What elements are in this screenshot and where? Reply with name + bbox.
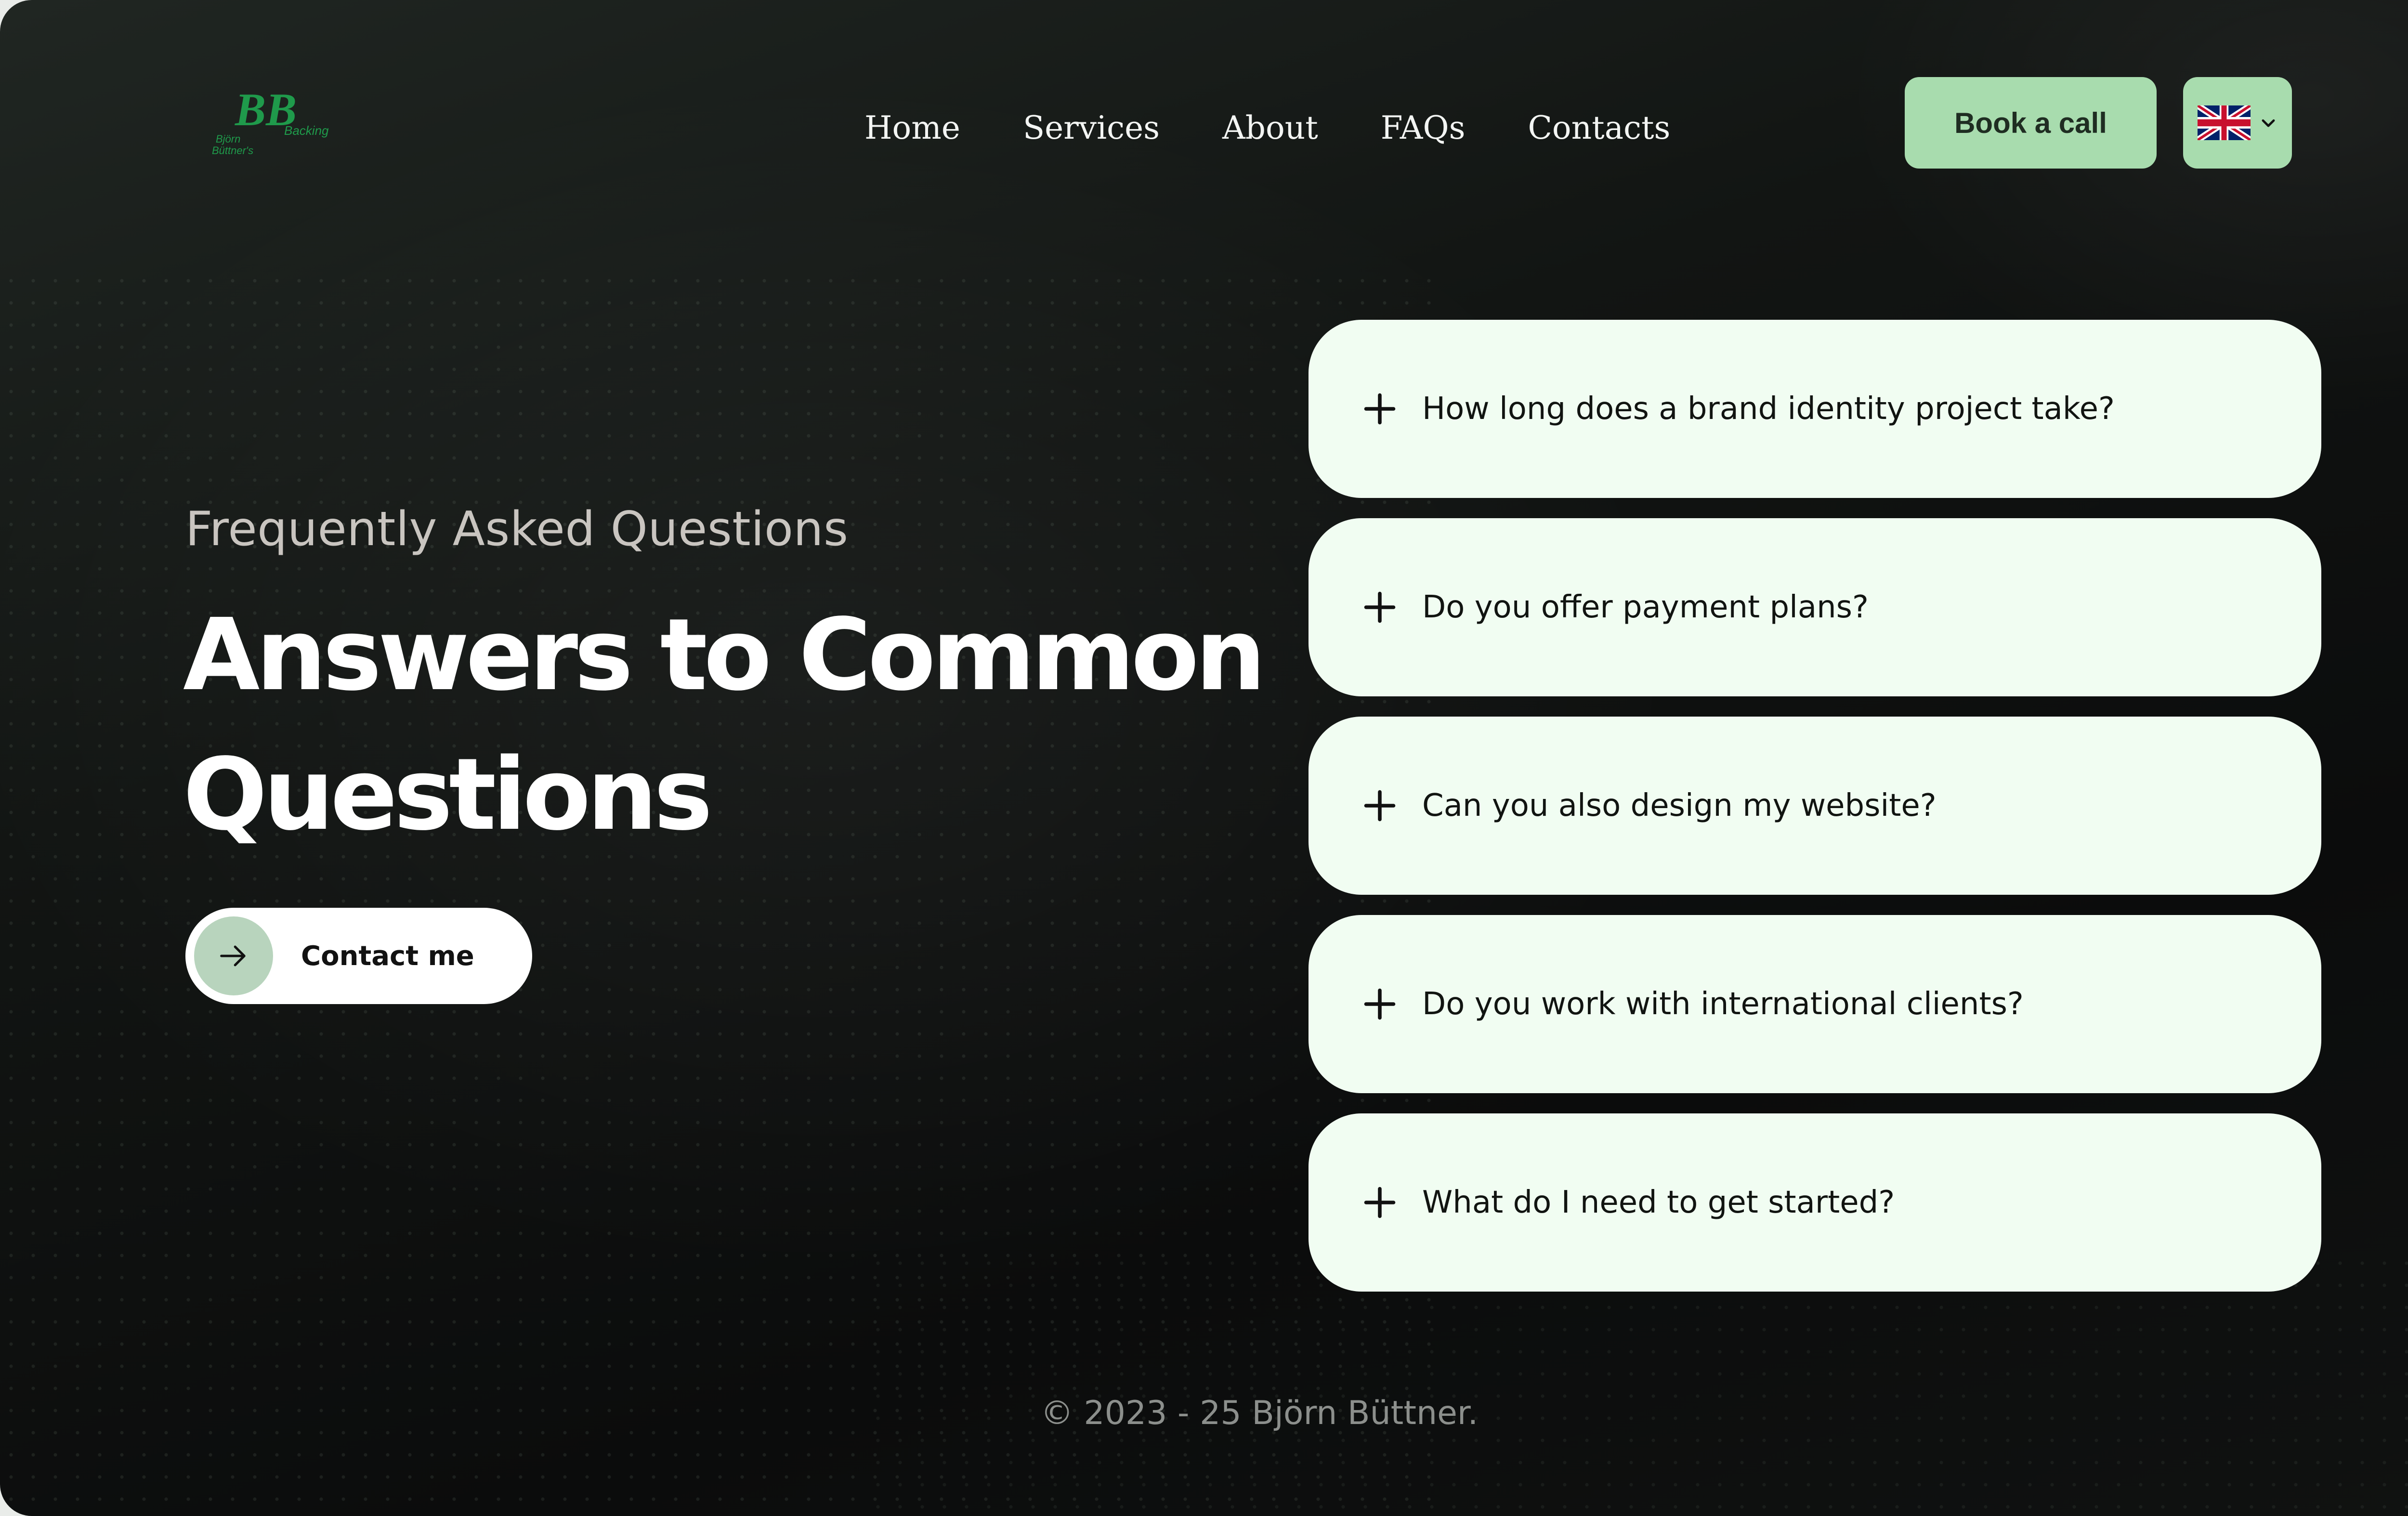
faq-question: How long does a brand identity project t… xyxy=(1422,391,2115,427)
svg-text:Björn: Björn xyxy=(216,133,240,145)
faq-question: Can you also design my website? xyxy=(1422,788,1937,823)
logo-mark-icon: BB Björn Büttner's Backing xyxy=(212,84,329,157)
footer-copyright: © 2023 - 25 Björn Büttner. xyxy=(1040,1394,1479,1432)
contact-icon-circle xyxy=(194,916,273,995)
brand-logo[interactable]: BB Björn Büttner's Backing xyxy=(207,81,332,172)
nav-faqs[interactable]: FAQs xyxy=(1381,109,1466,146)
arrow-right-icon xyxy=(220,945,246,967)
plus-icon xyxy=(1364,790,1396,822)
faq-question: Do you work with international clients? xyxy=(1422,986,2024,1022)
dot-pattern xyxy=(0,270,1445,1516)
faq-item[interactable]: Do you work with international clients? xyxy=(1309,915,2321,1093)
plus-icon xyxy=(1364,393,1396,425)
uk-flag-icon xyxy=(2198,105,2251,140)
contact-me-button[interactable]: Contact me xyxy=(185,908,532,1004)
plus-icon xyxy=(1364,1187,1396,1218)
faq-item[interactable]: Can you also design my website? xyxy=(1309,717,2321,895)
section-eyebrow: Frequently Asked Questions xyxy=(185,502,849,557)
nav-home[interactable]: Home xyxy=(864,109,960,146)
svg-text:Backing: Backing xyxy=(284,123,329,138)
faq-accordion: How long does a brand identity project t… xyxy=(1309,320,2321,1312)
page-title: Answers to Common Questions xyxy=(183,585,1291,864)
title-line-2: Questions xyxy=(183,737,713,852)
nav-about[interactable]: About xyxy=(1222,109,1318,146)
plus-icon xyxy=(1364,988,1396,1020)
nav-services[interactable]: Services xyxy=(1023,109,1160,146)
faq-question: Do you offer payment plans? xyxy=(1422,589,1869,625)
contact-me-label: Contact me xyxy=(301,940,474,972)
faq-question: What do I need to get started? xyxy=(1422,1185,1895,1220)
nav-contacts[interactable]: Contacts xyxy=(1528,109,1670,146)
faq-item[interactable]: What do I need to get started? xyxy=(1309,1113,2321,1292)
faq-item[interactable]: How long does a brand identity project t… xyxy=(1309,320,2321,498)
book-call-button[interactable]: Book a call xyxy=(1905,77,2157,169)
faq-item[interactable]: Do you offer payment plans? xyxy=(1309,518,2321,696)
main-nav: Home Services About FAQs Contacts xyxy=(864,101,1670,154)
plus-icon xyxy=(1364,591,1396,623)
page-frame: BB Björn Büttner's Backing Home Services… xyxy=(0,0,2408,1516)
svg-text:Büttner's: Büttner's xyxy=(212,144,253,157)
chevron-down-icon xyxy=(2262,119,2275,127)
title-line-1: Answers to Common xyxy=(183,597,1266,713)
language-selector[interactable] xyxy=(2183,77,2292,169)
